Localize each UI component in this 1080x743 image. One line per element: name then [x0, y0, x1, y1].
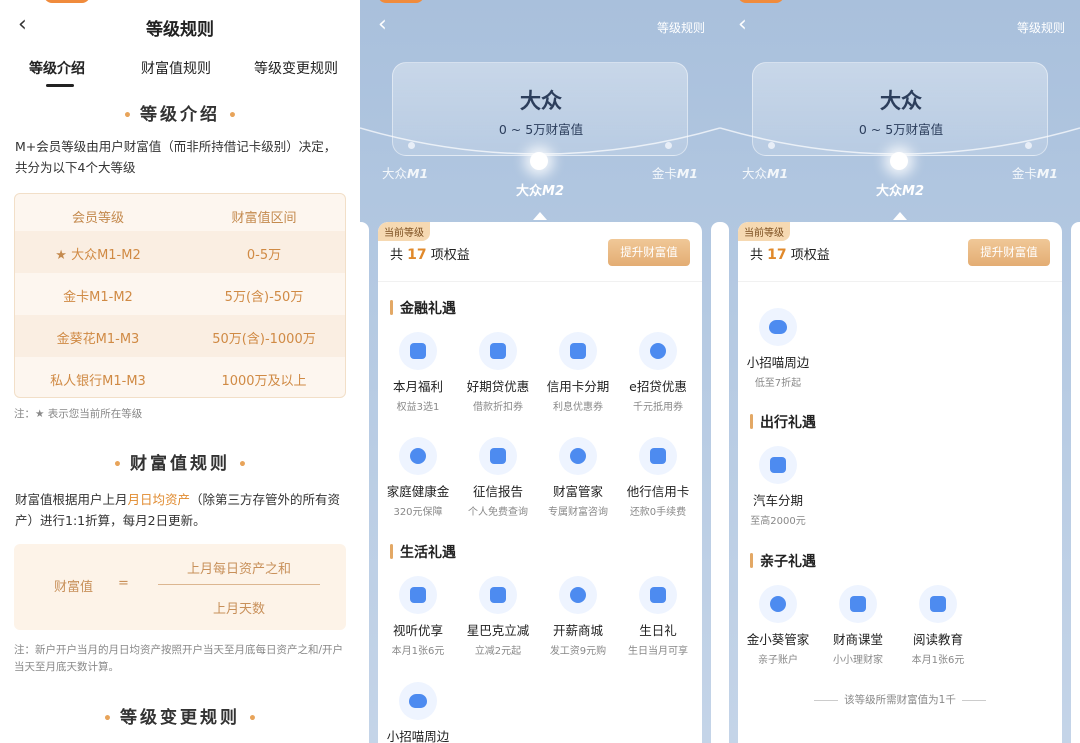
- status-tab: [738, 0, 784, 3]
- benefit-item[interactable]: 财富管家 专属财富咨询: [538, 437, 618, 518]
- benefit-item[interactable]: e招贷优惠 千元抵用券: [618, 332, 698, 413]
- level-dot: [768, 142, 775, 149]
- benefit-item[interactable]: 汽车分期 至高2000元: [738, 446, 818, 527]
- benefit-count: 共 17 项权益: [750, 247, 830, 263]
- level-current: 大众M2: [516, 184, 564, 199]
- level-dot: [1025, 142, 1032, 149]
- benefits-card: 当前等级 共 17 项权益 提升财富值 金融礼遇 本月福利 权益3选1 好期贷优惠…: [378, 222, 702, 743]
- table-row: 金葵花M1-M3 50万(含)-1000万: [15, 315, 345, 357]
- family-icon: [759, 585, 797, 623]
- intro-text: M+会员等级由用户财富值（而非所持借记卡级别）决定，共分为以下4个大等级: [15, 139, 337, 175]
- status-tab: [378, 0, 424, 3]
- tab-bar: 等级介绍 财富值规则 等级变更规则: [0, 58, 360, 90]
- cup-icon: [479, 576, 517, 614]
- card-icon: [559, 332, 597, 370]
- wealth-formula: 财富值 = 上月每日资产之和 上月天数: [14, 544, 346, 630]
- benefit-item[interactable]: 生日礼 生日当月可享: [618, 576, 698, 657]
- level-requirement: 该等级所需财富值为1千: [738, 692, 1062, 707]
- rules-panel: ‹ 等级规则 等级介绍 财富值规则 等级变更规则 • 等级介绍 • M+会员等级由用…: [0, 0, 360, 743]
- wealth-rule-text: 财富值根据用户上月月日均资产（除第三方存管外的所有资产）进行1:1折算，每月2日…: [15, 492, 341, 528]
- table-row: 金卡M1-M2 5万(含)-50万: [63, 290, 304, 305]
- level-current: 大众M2: [876, 184, 924, 199]
- category-travel: 出行礼遇: [750, 412, 816, 432]
- benefit-item[interactable]: 好期贷优惠 借款折扣券: [458, 332, 538, 413]
- benefits-panel-1: ‹ 等级规则 大众 0 ~ 5万财富值 大众M1 金卡M1 大众M2 当前等级 …: [360, 0, 720, 743]
- benefit-item[interactable]: 小招喵周边: [378, 682, 458, 743]
- prev-card-edge: [360, 222, 369, 743]
- benefits-panel-2: ‹ 等级规则 大众 0 ~ 5万财富值 大众M1 金卡M1 大众M2 当前等级 …: [720, 0, 1080, 743]
- credit-card-icon: [639, 437, 677, 475]
- benefit-item[interactable]: 星巴克立减 立减2元起: [458, 576, 538, 657]
- benefit-item[interactable]: 金小葵管家 亲子账户: [738, 585, 818, 666]
- star-icon: ★: [55, 248, 67, 263]
- book-icon: [919, 585, 957, 623]
- status-tab: [44, 0, 90, 3]
- pointer-arrow: [533, 212, 547, 220]
- upgrade-button[interactable]: 提升财富值: [968, 239, 1050, 266]
- benefit-item[interactable]: 小招喵周边 低至7折起: [738, 308, 818, 389]
- benefit-count: 共 17 项权益: [390, 247, 470, 263]
- tv-icon: [399, 576, 437, 614]
- prev-card-edge: [720, 222, 729, 743]
- new-user-note: 注：新户开户当月的月日均资产按照开户当天至月底每日资产之和/开户当天至月底天数计…: [14, 644, 344, 673]
- tab-wealth-rule[interactable]: 财富值规则: [141, 58, 211, 78]
- level-dot: [665, 142, 672, 149]
- benefit-item[interactable]: 阅读教育 本月1张6元: [898, 585, 978, 666]
- cake-icon: [639, 576, 677, 614]
- tab-underline: [46, 84, 74, 87]
- current-level-badge: 当前等级: [378, 222, 430, 241]
- benefit-item[interactable]: 财商课堂 小小理财家: [818, 585, 898, 666]
- upgrade-button[interactable]: 提升财富值: [608, 239, 690, 266]
- level-dot: [408, 142, 415, 149]
- tab-change-rule[interactable]: 等级变更规则: [254, 58, 338, 78]
- benefit-item[interactable]: 本月福利 权益3选1: [378, 332, 458, 413]
- benefit-item[interactable]: 家庭健康金 320元保障: [378, 437, 458, 518]
- benefit-item[interactable]: 信用卡分期 利息优惠券: [538, 332, 618, 413]
- coin-icon: [639, 332, 677, 370]
- rules-link[interactable]: 等级规则: [1017, 19, 1065, 36]
- section-heading-change: • 等级变更规则 •: [103, 708, 257, 728]
- calendar-icon: [479, 332, 517, 370]
- table-header: 会员等级 财富值区间: [71, 211, 297, 226]
- cat-icon: [759, 308, 797, 346]
- category-life: 生活礼遇: [390, 542, 456, 562]
- category-kids: 亲子礼遇: [750, 551, 816, 571]
- gift-icon: [399, 332, 437, 370]
- next-card-edge: [1071, 222, 1080, 743]
- section-heading-intro: • 等级介绍 •: [123, 105, 237, 125]
- table-row: ★ 大众M1-M2 0-5万: [15, 231, 345, 273]
- car-icon: [759, 446, 797, 484]
- tab-level-intro[interactable]: 等级介绍: [29, 58, 85, 78]
- page-title: 等级规则: [146, 20, 214, 40]
- next-card-edge: [711, 222, 720, 743]
- cat-icon: [399, 682, 437, 720]
- benefit-item[interactable]: 他行信用卡 还款0手续费: [618, 437, 698, 518]
- back-icon[interactable]: ‹: [378, 14, 398, 36]
- classroom-icon: [839, 585, 877, 623]
- report-icon: [479, 437, 517, 475]
- current-level-dot: [530, 152, 548, 170]
- table-row: 私人银行M1-M3 1000万及以上: [50, 374, 307, 389]
- section-heading-wealth: • 财富值规则 •: [113, 454, 247, 474]
- benefit-item[interactable]: 视听优享 本月1张6元: [378, 576, 458, 657]
- current-level-badge: 当前等级: [738, 222, 790, 241]
- level-table: 会员等级 财富值区间 ★ 大众M1-M2 0-5万 金卡M1-M2 5万(含)-…: [14, 193, 346, 398]
- current-level-dot: [890, 152, 908, 170]
- shop-icon: [559, 576, 597, 614]
- category-finance: 金融礼遇: [390, 298, 456, 318]
- rules-link[interactable]: 等级规则: [657, 19, 705, 36]
- benefit-item[interactable]: 征信报告 个人免费查询: [458, 437, 538, 518]
- advisor-icon: [559, 437, 597, 475]
- benefits-card: 当前等级 共 17 项权益 提升财富值 小招喵周边 低至7折起 出行礼遇 汽车分期…: [738, 222, 1062, 743]
- star-note: 注：★ 表示您当前所在等级: [14, 408, 143, 420]
- pointer-arrow: [893, 212, 907, 220]
- heart-icon: [399, 437, 437, 475]
- benefit-item[interactable]: 开薪商城 发工资9元购: [538, 576, 618, 657]
- back-icon[interactable]: ‹: [738, 14, 758, 36]
